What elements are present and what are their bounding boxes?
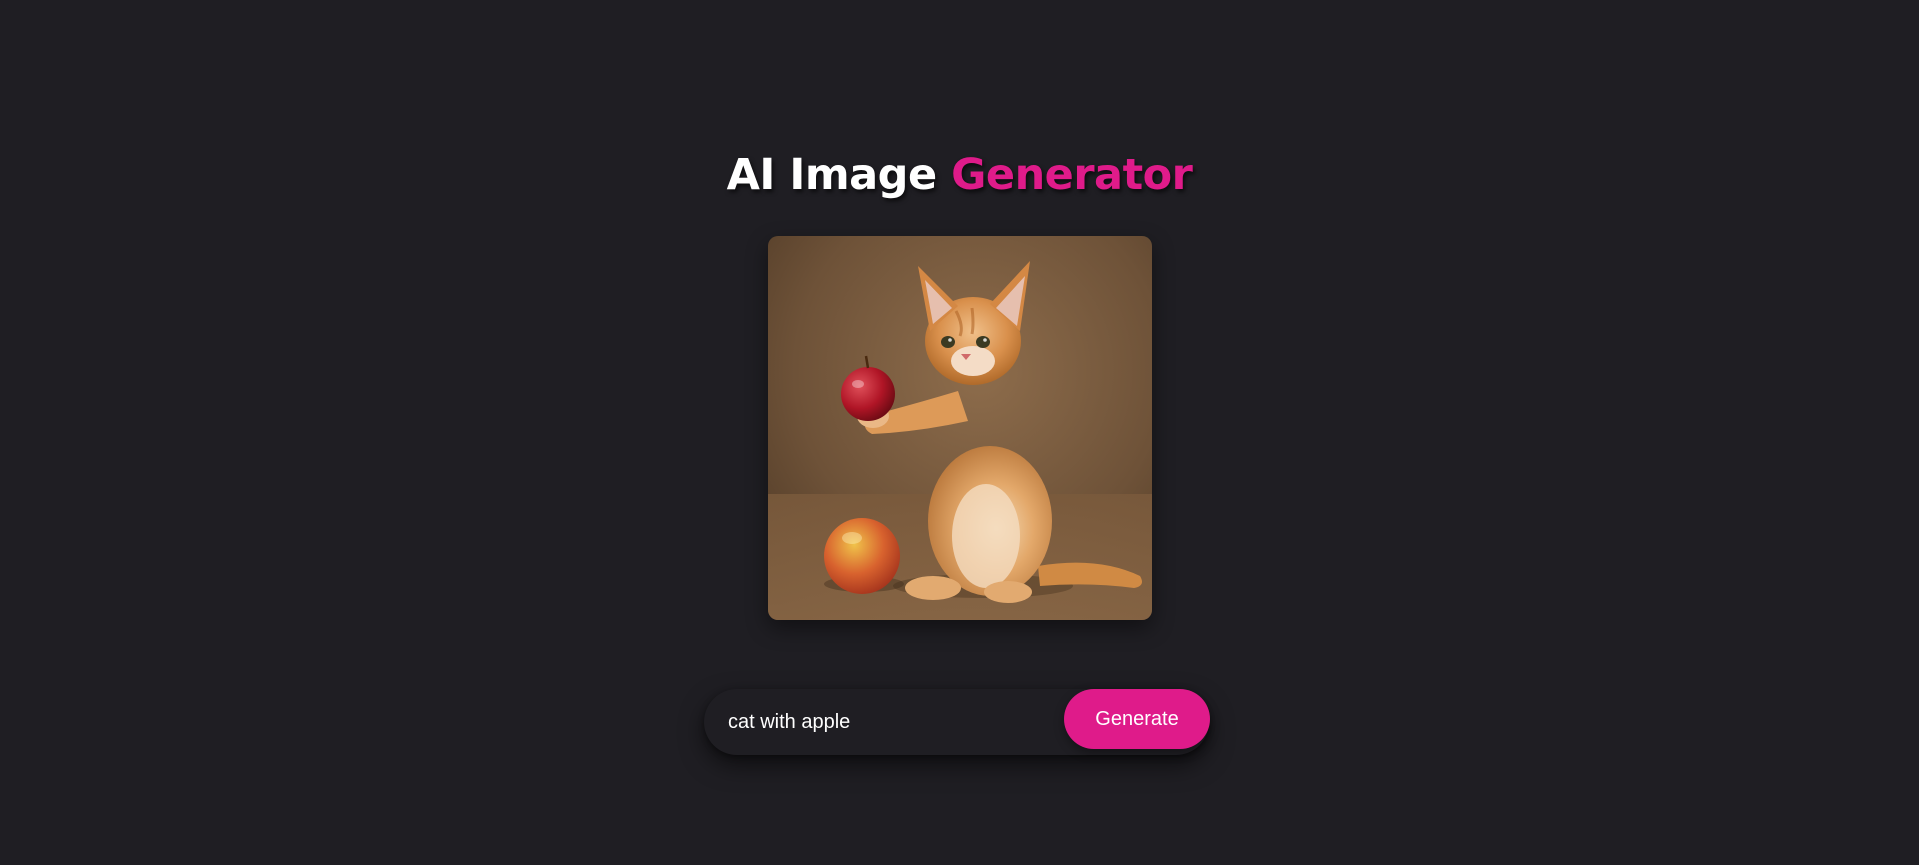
- generated-image: [768, 236, 1152, 620]
- title-accent: Generator: [951, 149, 1193, 200]
- prompt-input[interactable]: [728, 701, 1048, 743]
- generate-button[interactable]: Generate: [1064, 689, 1210, 749]
- title-main: AI Image: [726, 149, 938, 200]
- page-title: AI Image Generator: [0, 147, 1919, 203]
- prompt-bar: Generate: [704, 689, 1210, 755]
- app-root: AI Image Generator cat with apple Genera…: [0, 0, 1919, 865]
- kitten-with-apple-image: [768, 236, 1152, 620]
